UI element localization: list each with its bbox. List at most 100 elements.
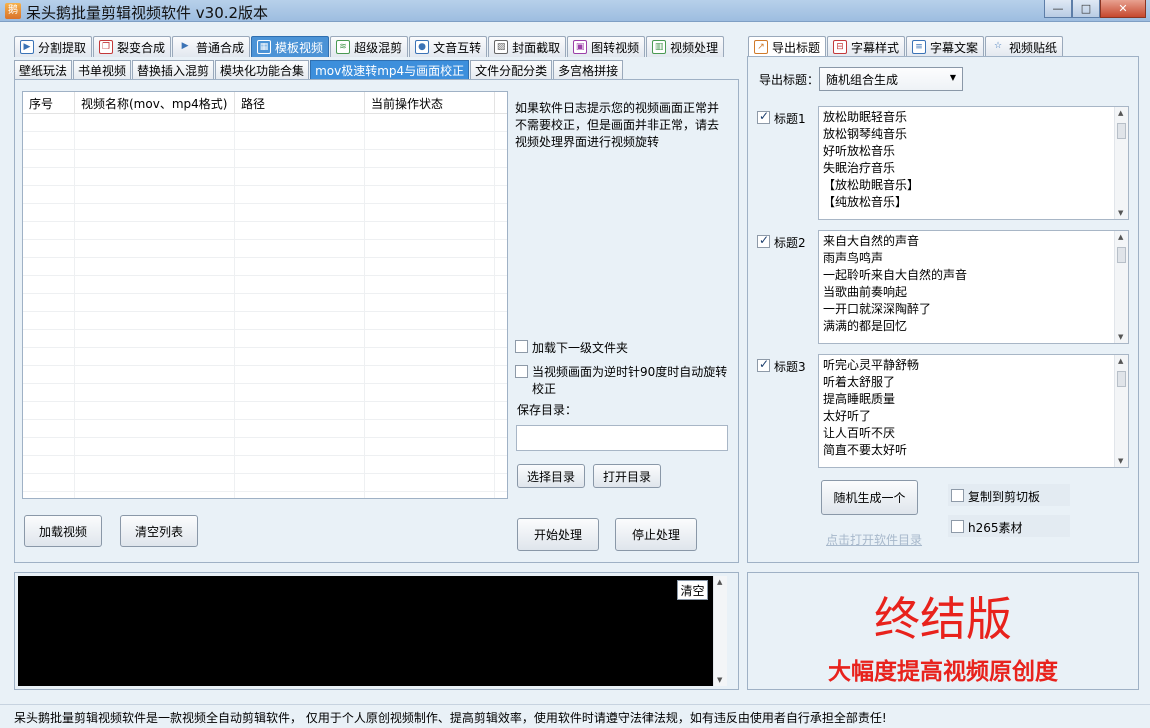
microphone-icon: ●: [415, 40, 430, 54]
title-line: 雨声鸟鸣声: [823, 251, 884, 265]
document-icon: ≡: [912, 40, 927, 54]
title2-option[interactable]: 标题2: [757, 233, 806, 251]
load-subfolder-checkbox[interactable]: [515, 340, 528, 353]
title3-textarea[interactable]: 听完心灵平静舒畅 听着太舒服了 提高睡眠质量 太好听了 让人百听不厌 简直不要太…: [818, 354, 1129, 468]
title1-option[interactable]: 标题1: [757, 109, 806, 127]
tab-video-process[interactable]: ▥ 视频处理: [646, 36, 725, 57]
export-icon: ↗: [754, 40, 768, 54]
tab-cover-capture[interactable]: ▨ 封面截取: [488, 36, 567, 57]
open-dir-button[interactable]: 打开目录: [593, 464, 661, 488]
subtab-booklist[interactable]: 书单视频: [73, 60, 132, 79]
tab-subtitle-style[interactable]: ⊟ 字幕样式: [827, 36, 906, 57]
scroll-up-icon[interactable]: ▲: [1118, 357, 1123, 365]
tab-export-title[interactable]: ↗ 导出标题: [748, 36, 827, 57]
stop-process-button[interactable]: 停止处理: [615, 518, 697, 551]
title-line: 好听放松音乐: [823, 144, 896, 158]
column-header[interactable]: 路径: [235, 92, 365, 113]
h265-label: h265素材: [968, 521, 1023, 535]
title-line: 来自大自然的声音: [823, 234, 920, 248]
scroll-down-icon[interactable]: ▼: [1118, 457, 1123, 465]
scroll-down-icon[interactable]: ▼: [1118, 333, 1123, 341]
subtab-wallpaper[interactable]: 壁纸玩法: [14, 60, 73, 79]
copy-clipboard-label: 复制到剪切板: [968, 490, 1041, 504]
clear-list-button[interactable]: 清空列表: [120, 515, 198, 547]
save-dir-input[interactable]: [516, 425, 728, 451]
scroll-up-icon[interactable]: ▲: [1118, 233, 1123, 241]
auto-rotate-checkbox[interactable]: [515, 365, 528, 378]
subtitle-style-icon: ⊟: [833, 40, 848, 54]
column-header[interactable]: 当前操作状态: [365, 92, 495, 113]
tab-label: 超级混剪: [354, 40, 403, 55]
start-process-button[interactable]: 开始处理: [517, 518, 599, 551]
scroll-up-icon[interactable]: ▲: [717, 578, 722, 586]
log-output[interactable]: [18, 576, 713, 686]
tab-image-to-video[interactable]: ▣ 图转视频: [567, 36, 646, 57]
column-header[interactable]: 视频名称(mov、mp4格式): [75, 92, 235, 113]
image-icon: ▨: [494, 40, 509, 54]
title-line: 失眠治疗音乐: [823, 161, 896, 175]
scroll-thumb[interactable]: [1117, 247, 1126, 263]
title3-scrollbar[interactable]: ▲ ▼: [1114, 355, 1128, 467]
scroll-down-icon[interactable]: ▼: [717, 676, 722, 684]
tab-text-audio[interactable]: ● 文音互转: [409, 36, 488, 57]
scroll-up-icon[interactable]: ▲: [1118, 109, 1123, 117]
tab-fission-compose[interactable]: ❐ 裂变合成: [93, 36, 172, 57]
copy-clipboard-checkbox[interactable]: [951, 489, 964, 502]
subtab-modular[interactable]: 模块化功能合集: [215, 60, 310, 79]
auto-rotate-label: 当视频画面为逆时针90度时自动旋转校正: [532, 365, 728, 396]
main-tab-bar: ▶ 分割提取 ❐ 裂变合成 ▶ 普通合成 ▦ 模板视频 ≋ 超级混剪 ● 文音互转 ▨ 封面截…: [14, 36, 725, 57]
close-button[interactable]: ✕: [1100, 0, 1146, 18]
tab-label: 封面截取: [512, 40, 561, 55]
title-line: 简直不要太好听: [823, 443, 908, 457]
title-line: 太好听了: [823, 409, 872, 423]
status-bar: 呆头鹅批量剪辑视频软件是一款视频全自动剪辑软件， 仅用于个人原创视频制作、提高剪…: [0, 704, 1150, 728]
h265-checkbox[interactable]: [951, 520, 964, 533]
title2-textarea[interactable]: 来自大自然的声音 雨声鸟鸣声 一起聆听来自大自然的声音 当歌曲前奏响起 一开口就…: [818, 230, 1129, 344]
title1-textarea[interactable]: 放松助眠轻音乐 放松钢琴纯音乐 好听放松音乐 失眠治疗音乐 【放松助眠音乐】 【…: [818, 106, 1129, 220]
title-line: 提高睡眠质量: [823, 392, 896, 406]
list-body: [23, 114, 507, 498]
export-title-label: 导出标题：: [759, 73, 820, 87]
tab-super-mix[interactable]: ≋ 超级混剪: [330, 36, 409, 57]
sub-tab-bar: 壁纸玩法 书单视频 替换插入混剪 模块化功能合集 mov极速转mp4与画面校正 …: [14, 60, 624, 79]
title-line: 满满的都是回忆: [823, 319, 908, 333]
title-line: 一起聆听来自大自然的声音: [823, 268, 968, 282]
title2-checkbox[interactable]: [757, 233, 770, 248]
load-subfolder-option[interactable]: 加载下一级文件夹: [515, 339, 628, 356]
promo-headline: 终结版: [874, 592, 1012, 646]
scroll-thumb[interactable]: [1117, 123, 1126, 139]
choose-dir-button[interactable]: 选择目录: [517, 464, 585, 488]
minimize-button[interactable]: —: [1044, 0, 1072, 18]
tab-subtitle-text[interactable]: ≡ 字幕文案: [906, 36, 985, 57]
title1-scrollbar[interactable]: ▲ ▼: [1114, 107, 1128, 219]
open-software-dir-link[interactable]: 点击打开软件目录: [826, 531, 922, 548]
clear-log-button[interactable]: 清空: [677, 580, 708, 600]
tab-normal-compose[interactable]: ▶ 普通合成: [172, 36, 251, 57]
auto-rotate-option[interactable]: 当视频画面为逆时针90度时自动旋转校正: [515, 364, 730, 398]
title2-scrollbar[interactable]: ▲ ▼: [1114, 231, 1128, 343]
maximize-button[interactable]: □: [1072, 0, 1100, 18]
log-scrollbar[interactable]: ▲ ▼: [713, 576, 727, 686]
tab-video-sticker[interactable]: ☆ 视频贴纸: [985, 36, 1064, 57]
title3-checkbox[interactable]: [757, 357, 770, 372]
title2-label: 标题2: [774, 236, 806, 250]
title3-option[interactable]: 标题3: [757, 357, 806, 375]
tab-label: 导出标题: [772, 40, 821, 55]
scroll-thumb[interactable]: [1117, 371, 1126, 387]
load-video-button[interactable]: 加载视频: [24, 515, 102, 547]
film-icon: ▣: [573, 40, 588, 54]
tab-split-extract[interactable]: ▶ 分割提取: [14, 36, 93, 57]
h265-option[interactable]: h265素材: [951, 519, 1023, 536]
subtab-grid-splice[interactable]: 多宫格拼接: [553, 60, 624, 79]
random-generate-button[interactable]: 随机生成一个: [821, 480, 918, 515]
copy-clipboard-option[interactable]: 复制到剪切板: [951, 488, 1040, 505]
video-list[interactable]: 序号 视频名称(mov、mp4格式) 路径 当前操作状态: [22, 91, 508, 499]
title1-checkbox[interactable]: [757, 109, 770, 124]
tab-template-video[interactable]: ▦ 模板视频: [251, 36, 330, 57]
subtab-replace-insert[interactable]: 替换插入混剪: [132, 60, 215, 79]
export-mode-select[interactable]: 随机组合生成 ▼: [819, 67, 963, 91]
scroll-down-icon[interactable]: ▼: [1118, 209, 1123, 217]
subtab-file-distribute[interactable]: 文件分配分类: [470, 60, 553, 79]
column-header[interactable]: 序号: [23, 92, 75, 113]
subtab-mov-to-mp4[interactable]: mov极速转mp4与画面校正: [310, 60, 470, 79]
